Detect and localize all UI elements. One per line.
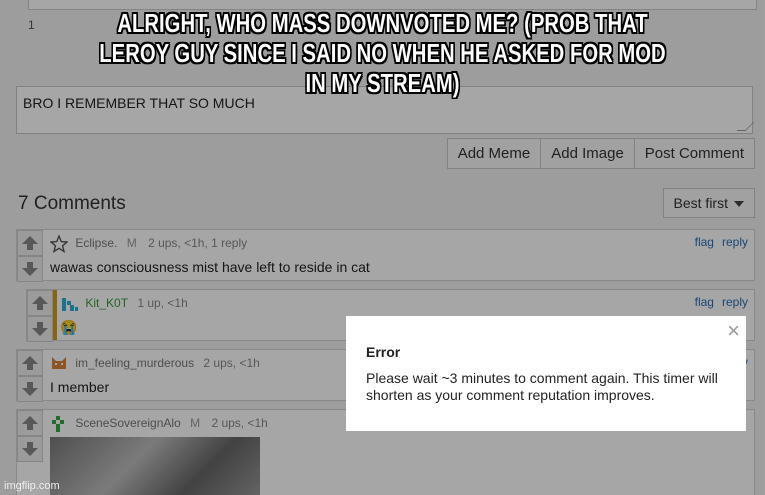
meme-caption: ALRIGHT, WHO MASS DOWNVOTED ME? (PROB TH… [99, 8, 666, 98]
watermark: imgflip.com [4, 480, 60, 492]
dialog-message: Please wait ~3 minutes to comment again.… [366, 370, 718, 403]
error-dialog: × Error Please wait ~3 minutes to commen… [346, 316, 746, 431]
page: 1 BRO I REMEMBER THAT SO MUCH Add Meme A… [0, 0, 765, 495]
dialog-title: Error [366, 344, 401, 360]
close-icon[interactable]: × [727, 318, 740, 344]
